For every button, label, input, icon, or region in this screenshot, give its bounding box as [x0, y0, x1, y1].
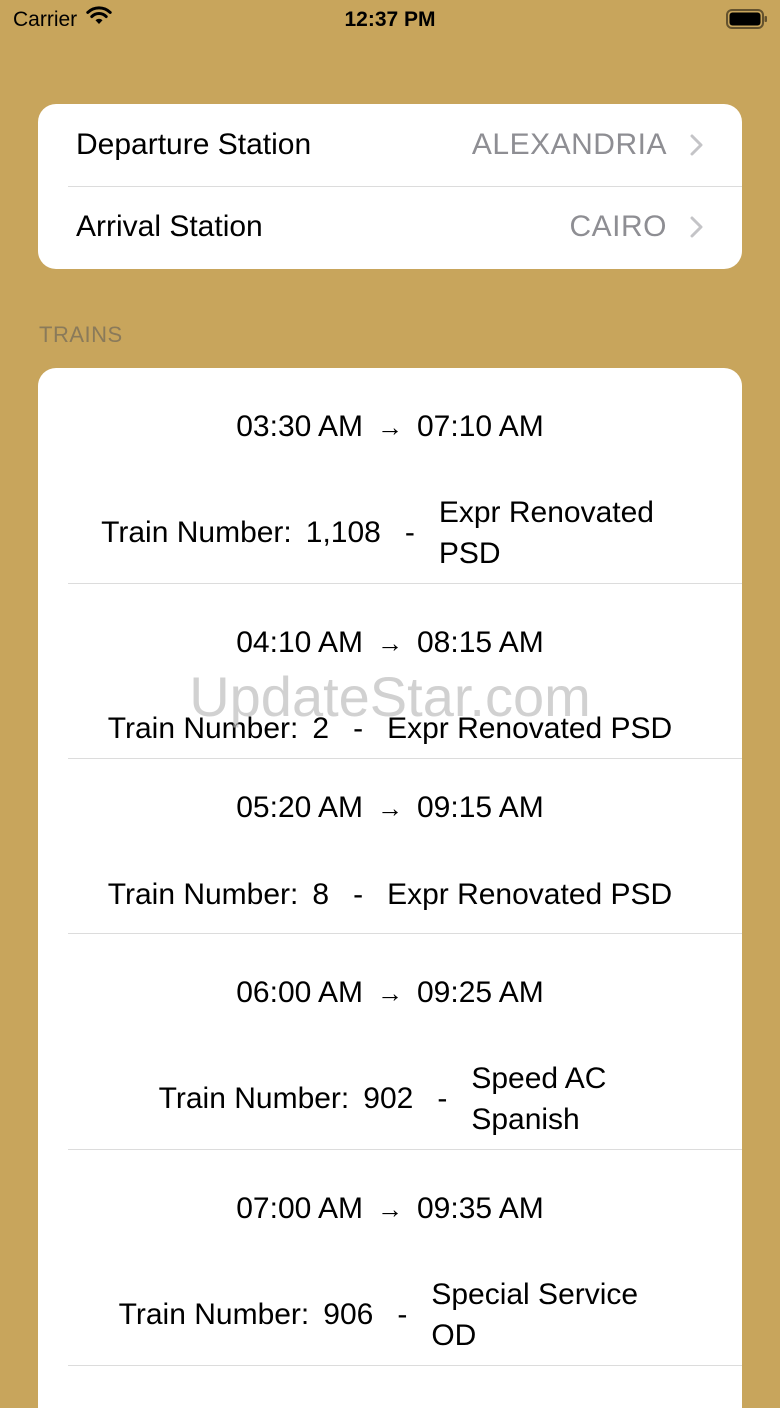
arrow-right-icon: →	[377, 628, 403, 658]
train-times: 06:00 AM → 09:25 AM	[38, 976, 742, 1010]
status-time: 12:37 PM	[344, 8, 436, 31]
train-number-label: Train Number:	[158, 1082, 350, 1115]
train-info: Train Number: 2 - Expr Renovated PSD	[38, 708, 742, 749]
train-info: Train Number: 906 - Special Service OD	[38, 1274, 742, 1356]
train-times: 03:30 AM → 07:10 AM	[38, 410, 742, 444]
departure-time: 05:20 AM	[236, 791, 363, 824]
arrival-station-value: CAIRO	[569, 210, 667, 243]
train-times: 07:00 AM → 09:35 AM	[38, 1192, 742, 1226]
train-info: Train Number: 902 - Speed AC Spanish	[38, 1058, 742, 1140]
train-class-line1: Special Service	[431, 1278, 639, 1311]
train-number: 8	[312, 877, 330, 911]
train-class-line2: PSD	[438, 537, 501, 570]
train-class-line2: OD	[431, 1319, 477, 1352]
status-bar: Carrier 12:37 PM	[0, 0, 780, 40]
arrow-right-icon: →	[377, 793, 403, 823]
train-class: Expr Renovated PSD	[387, 712, 673, 745]
departure-time: 04:10 AM	[236, 626, 363, 659]
train-info: Train Number: 8 - Expr Renovated PSD	[38, 874, 742, 915]
departure-time: 06:00 AM	[236, 976, 363, 1009]
separator-dash: -	[353, 877, 364, 911]
station-card: Departure Station ALEXANDRIA Arrival Sta…	[38, 104, 742, 269]
train-number-label: Train Number:	[107, 877, 299, 911]
train-row[interactable]: 06:00 AM → 09:25 AM Train Number: 902 - Sp…	[38, 934, 742, 1150]
departure-station-label: Departure Station	[76, 128, 312, 161]
train-times: 05:20 AM → 09:15 AM	[38, 791, 742, 825]
train-row[interactable]: 04:10 AM → 08:15 AM Train Number: 2 - Expr…	[38, 584, 742, 759]
train-number-label: Train Number:	[107, 711, 299, 745]
train-class: Expr Renovated PSD	[387, 878, 673, 911]
train-row[interactable]: 03:30 AM → 07:10 AM Train Number: 1,108 - …	[38, 368, 742, 584]
separator-dash: -	[397, 1298, 408, 1331]
battery-icon	[726, 9, 768, 29]
train-number: 1,108	[305, 516, 381, 549]
train-info: Train Number: 1,108 - Expr Renovated PSD	[38, 492, 742, 574]
train-row[interactable]: 07:00 AM → 09:35 AM Train Number: 906 - Sp…	[38, 1150, 742, 1366]
arrival-time: 09:35 AM	[417, 1192, 544, 1225]
departure-time: 03:30 AM	[236, 410, 363, 443]
train-class-line2: Spanish	[471, 1103, 580, 1136]
train-class: Special Service OD	[431, 1274, 661, 1356]
train-number: 902	[363, 1082, 414, 1115]
trains-list: 03:30 AM → 07:10 AM Train Number: 1,108 - …	[38, 368, 742, 1408]
train-class-line1: Expr Renovated	[438, 496, 654, 529]
trains-section-header: TRAINS	[39, 322, 123, 347]
chevron-right-icon	[690, 216, 704, 238]
arrival-station-row[interactable]: Arrival Station CAIRO	[38, 186, 742, 268]
train-times: 04:10 AM → 08:15 AM	[38, 626, 742, 660]
train-number-label: Train Number:	[118, 1298, 310, 1331]
departure-time: 07:00 AM	[236, 1192, 363, 1225]
train-class: Expr Renovated PSD	[439, 492, 679, 574]
train-class-line1: Speed AC	[471, 1062, 607, 1095]
train-class: Speed AC Spanish	[471, 1058, 621, 1140]
arrow-right-icon: →	[377, 978, 403, 1008]
train-row[interactable]: 05:20 AM → 09:15 AM Train Number: 8 - Expr…	[38, 759, 742, 934]
train-number-label: Train Number:	[101, 516, 292, 549]
arrow-right-icon: →	[377, 412, 403, 442]
arrival-time: 09:25 AM	[417, 976, 544, 1009]
train-number: 906	[323, 1298, 374, 1331]
separator-dash: -	[353, 711, 364, 745]
separator-dash: -	[404, 516, 415, 549]
departure-station-row[interactable]: Departure Station ALEXANDRIA	[38, 104, 742, 186]
arrival-time: 08:15 AM	[417, 626, 544, 659]
arrow-right-icon: →	[377, 1194, 403, 1224]
chevron-right-icon	[690, 134, 704, 156]
arrival-station-label: Arrival Station	[76, 210, 263, 243]
train-number: 2	[312, 711, 330, 745]
arrival-time: 07:10 AM	[417, 410, 544, 443]
arrival-time: 09:15 AM	[417, 791, 544, 824]
departure-station-value: ALEXANDRIA	[471, 128, 667, 161]
separator-dash: -	[437, 1082, 448, 1115]
